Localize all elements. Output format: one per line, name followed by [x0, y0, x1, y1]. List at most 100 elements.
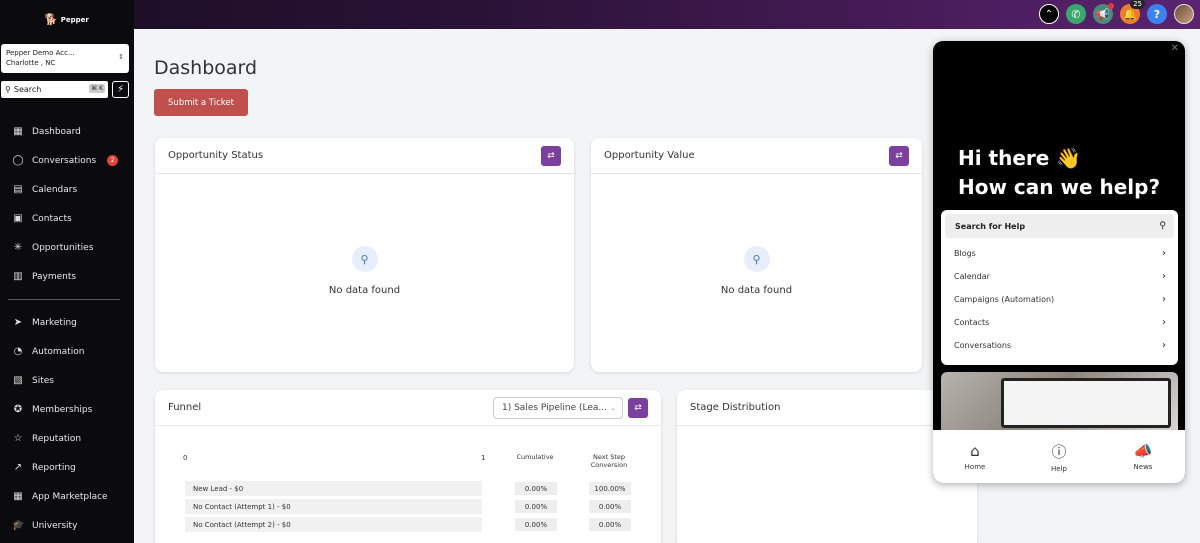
top-bar: ⌃ ✆ 📢 🔔 25 ?: [0, 0, 1200, 29]
greeting-line-1: Hi there 👋: [958, 146, 1082, 170]
avatar[interactable]: [1174, 4, 1194, 24]
widget-tabs: ⌂ Home ⓘ Help 📣 News: [933, 430, 1185, 483]
chevron-right-icon: ›: [1162, 248, 1166, 259]
tab-home[interactable]: ⌂ Home: [933, 430, 1017, 483]
chevron-right-icon: ›: [1162, 340, 1166, 351]
help-link-conversations[interactable]: Conversations ›: [941, 334, 1178, 357]
help-link-label: Campaigns (Automation): [954, 295, 1055, 304]
card-title: Opportunity Status: [168, 150, 264, 161]
sidebar-item-label: Calendars: [32, 184, 78, 195]
chevron-up-icon[interactable]: ⌃: [1039, 4, 1059, 24]
sidebar-item-app-marketplace[interactable]: ▦ App Marketplace: [0, 482, 134, 511]
chevron-down-icon: ⌄: [610, 404, 616, 412]
next-step-value: 0.00%: [589, 518, 631, 531]
sidebar-item-contacts[interactable]: ▣ Contacts: [0, 204, 134, 233]
automation-icon: ◔: [13, 346, 23, 357]
sidebar-item-label: App Marketplace: [32, 491, 108, 502]
table-row: No Contact (Attempt 1) - $0: [185, 499, 482, 514]
sidebar-item-label: Reputation: [32, 433, 82, 444]
alert-dot: [1108, 3, 1114, 9]
sidebar-item-calendars[interactable]: ▤ Calendars: [0, 175, 134, 204]
help-icon[interactable]: ?: [1147, 4, 1167, 24]
next-step-header: Next Step Conversion: [590, 453, 628, 469]
sidebar-item-reputation[interactable]: ☆ Reputation: [0, 424, 134, 453]
opportunities-icon: ✳: [13, 242, 23, 253]
stage-label: No Contact (Attempt 2) - $0: [193, 520, 291, 529]
bell-icon[interactable]: 🔔 25: [1120, 0, 1145, 24]
sidebar-item-university[interactable]: 🎓 University: [0, 511, 134, 540]
help-link-campaigns[interactable]: Campaigns (Automation) ›: [941, 288, 1178, 311]
chevron-right-icon: ›: [1162, 317, 1166, 328]
help-link-label: Calendar: [954, 272, 990, 281]
sidebar-item-memberships[interactable]: ✪ Memberships: [0, 395, 134, 424]
filter-icon[interactable]: ⇄: [628, 398, 648, 418]
apps-icon: ▦: [13, 491, 23, 502]
contacts-icon: ▣: [13, 213, 23, 224]
help-search-input[interactable]: Search for Help ⚲: [945, 214, 1174, 238]
card-header: Stage Distribution: [677, 390, 977, 426]
filter-icon[interactable]: ⇄: [541, 146, 561, 166]
sidebar-item-label: Memberships: [32, 404, 93, 415]
top-actions: ⌃ ✆ 📢 🔔 25 ?: [1039, 0, 1194, 24]
grid-icon: ▦: [13, 126, 23, 137]
sidebar-item-conversations[interactable]: ◯ Conversations 2: [0, 146, 134, 175]
sidebar-item-marketing[interactable]: ➤ Marketing: [0, 308, 134, 337]
news-preview-image[interactable]: [941, 372, 1178, 430]
stage-label: No Contact (Attempt 1) - $0: [193, 502, 291, 511]
tab-help[interactable]: ⓘ Help: [1017, 430, 1101, 483]
sidebar-item-label: Sites: [32, 375, 54, 386]
sidebar-item-label: Opportunities: [32, 242, 94, 253]
help-circle-icon: ⓘ: [1051, 442, 1067, 461]
chevron-right-icon: ›: [1162, 271, 1166, 282]
sidebar-item-sites[interactable]: ▧ Sites: [0, 366, 134, 395]
account-switcher[interactable]: Pepper Demo Acc... Charlotte , NC ⇕: [1, 44, 129, 73]
sidebar: 🐕 Pepper Pepper Demo Acc... Charlotte , …: [0, 0, 134, 543]
sidebar-item-reporting[interactable]: ↗ Reporting: [0, 453, 134, 482]
funnel-card: Funnel 1) Sales Pipeline (Lea... ⌄ ⇄ 0 1…: [155, 390, 661, 543]
empty-state-text: No data found: [720, 285, 793, 296]
sidebar-item-label: Contacts: [32, 213, 72, 224]
help-link-blogs[interactable]: Blogs ›: [941, 242, 1178, 265]
lightning-icon[interactable]: ⚡: [112, 81, 129, 98]
tab-label: Home: [964, 463, 986, 471]
card-title: Opportunity Value: [604, 150, 695, 161]
close-icon[interactable]: ✕: [1171, 43, 1179, 54]
sidebar-search[interactable]: ⚲ Search ⌘ K: [1, 81, 108, 98]
submit-ticket-button[interactable]: Submit a Ticket: [154, 89, 248, 116]
help-link-label: Blogs: [954, 249, 976, 258]
tab-news[interactable]: 📣 News: [1101, 430, 1185, 483]
sidebar-item-dashboard[interactable]: ▦ Dashboard: [0, 117, 134, 146]
tab-label: Help: [1051, 464, 1067, 473]
chat-icon: ◯: [12, 155, 24, 166]
sidebar-item-label: Conversations: [32, 155, 97, 166]
tab-label: News: [1133, 463, 1153, 471]
dog-logo-icon: 🐕: [44, 13, 58, 26]
cumulative-value: 0.00%: [515, 518, 557, 531]
pipeline-select[interactable]: 1) Sales Pipeline (Lea... ⌄: [493, 397, 623, 419]
sidebar-item-opportunities[interactable]: ✳ Opportunities: [0, 233, 134, 262]
help-link-calendar[interactable]: Calendar ›: [941, 265, 1178, 288]
page-title: Dashboard: [154, 57, 258, 79]
search-icon: ⚲: [1159, 221, 1166, 231]
sidebar-divider: [8, 299, 120, 300]
trend-icon: ↗: [13, 462, 23, 473]
card-header: Opportunity Value ⇄: [591, 138, 922, 174]
card-title: Stage Distribution: [690, 402, 781, 413]
sidebar-item-payments[interactable]: ▥ Payments: [0, 262, 134, 291]
megaphone-icon: 📣: [1133, 442, 1153, 460]
filter-icon[interactable]: ⇄: [889, 146, 909, 166]
megaphone-icon[interactable]: 📢: [1093, 3, 1114, 24]
search-icon: ⚲: [5, 85, 11, 94]
sidebar-item-automation[interactable]: ◔ Automation: [0, 337, 134, 366]
brand-logo[interactable]: 🐕 Pepper: [44, 13, 89, 26]
sidebar-item-label: Payments: [32, 271, 77, 282]
card-header: Funnel 1) Sales Pipeline (Lea... ⌄ ⇄: [155, 390, 661, 426]
card-header: Opportunity Status ⇄: [155, 138, 574, 174]
phone-icon[interactable]: ✆: [1066, 4, 1086, 24]
axis-start: 0: [183, 454, 188, 462]
help-link-contacts[interactable]: Contacts ›: [941, 311, 1178, 334]
sidebar-item-label: University: [32, 520, 78, 531]
table-row: New Lead - $0: [185, 481, 482, 496]
help-search-label: Search for Help: [955, 221, 1026, 231]
greeting-line-2: How can we help?: [958, 175, 1161, 199]
